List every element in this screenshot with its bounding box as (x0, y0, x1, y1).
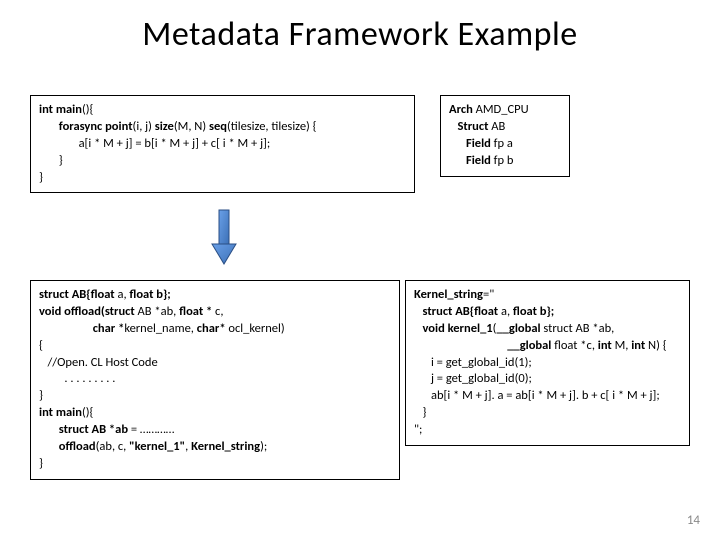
code-main-box: int main(){ forasync point(i, j) size(M,… (30, 95, 415, 193)
down-arrow-icon (210, 208, 238, 268)
code-host-box: struct AB{float a, float b}; void offloa… (30, 280, 400, 480)
slide-title: Metadata Framework Example (0, 0, 720, 63)
page-number: 14 (687, 513, 700, 528)
code-kernel-box: Kernel_string=" struct AB{float a, float… (405, 280, 690, 446)
code-arch-box: Arch AMD_CPU Struct AB Field fp a Field … (440, 95, 570, 177)
